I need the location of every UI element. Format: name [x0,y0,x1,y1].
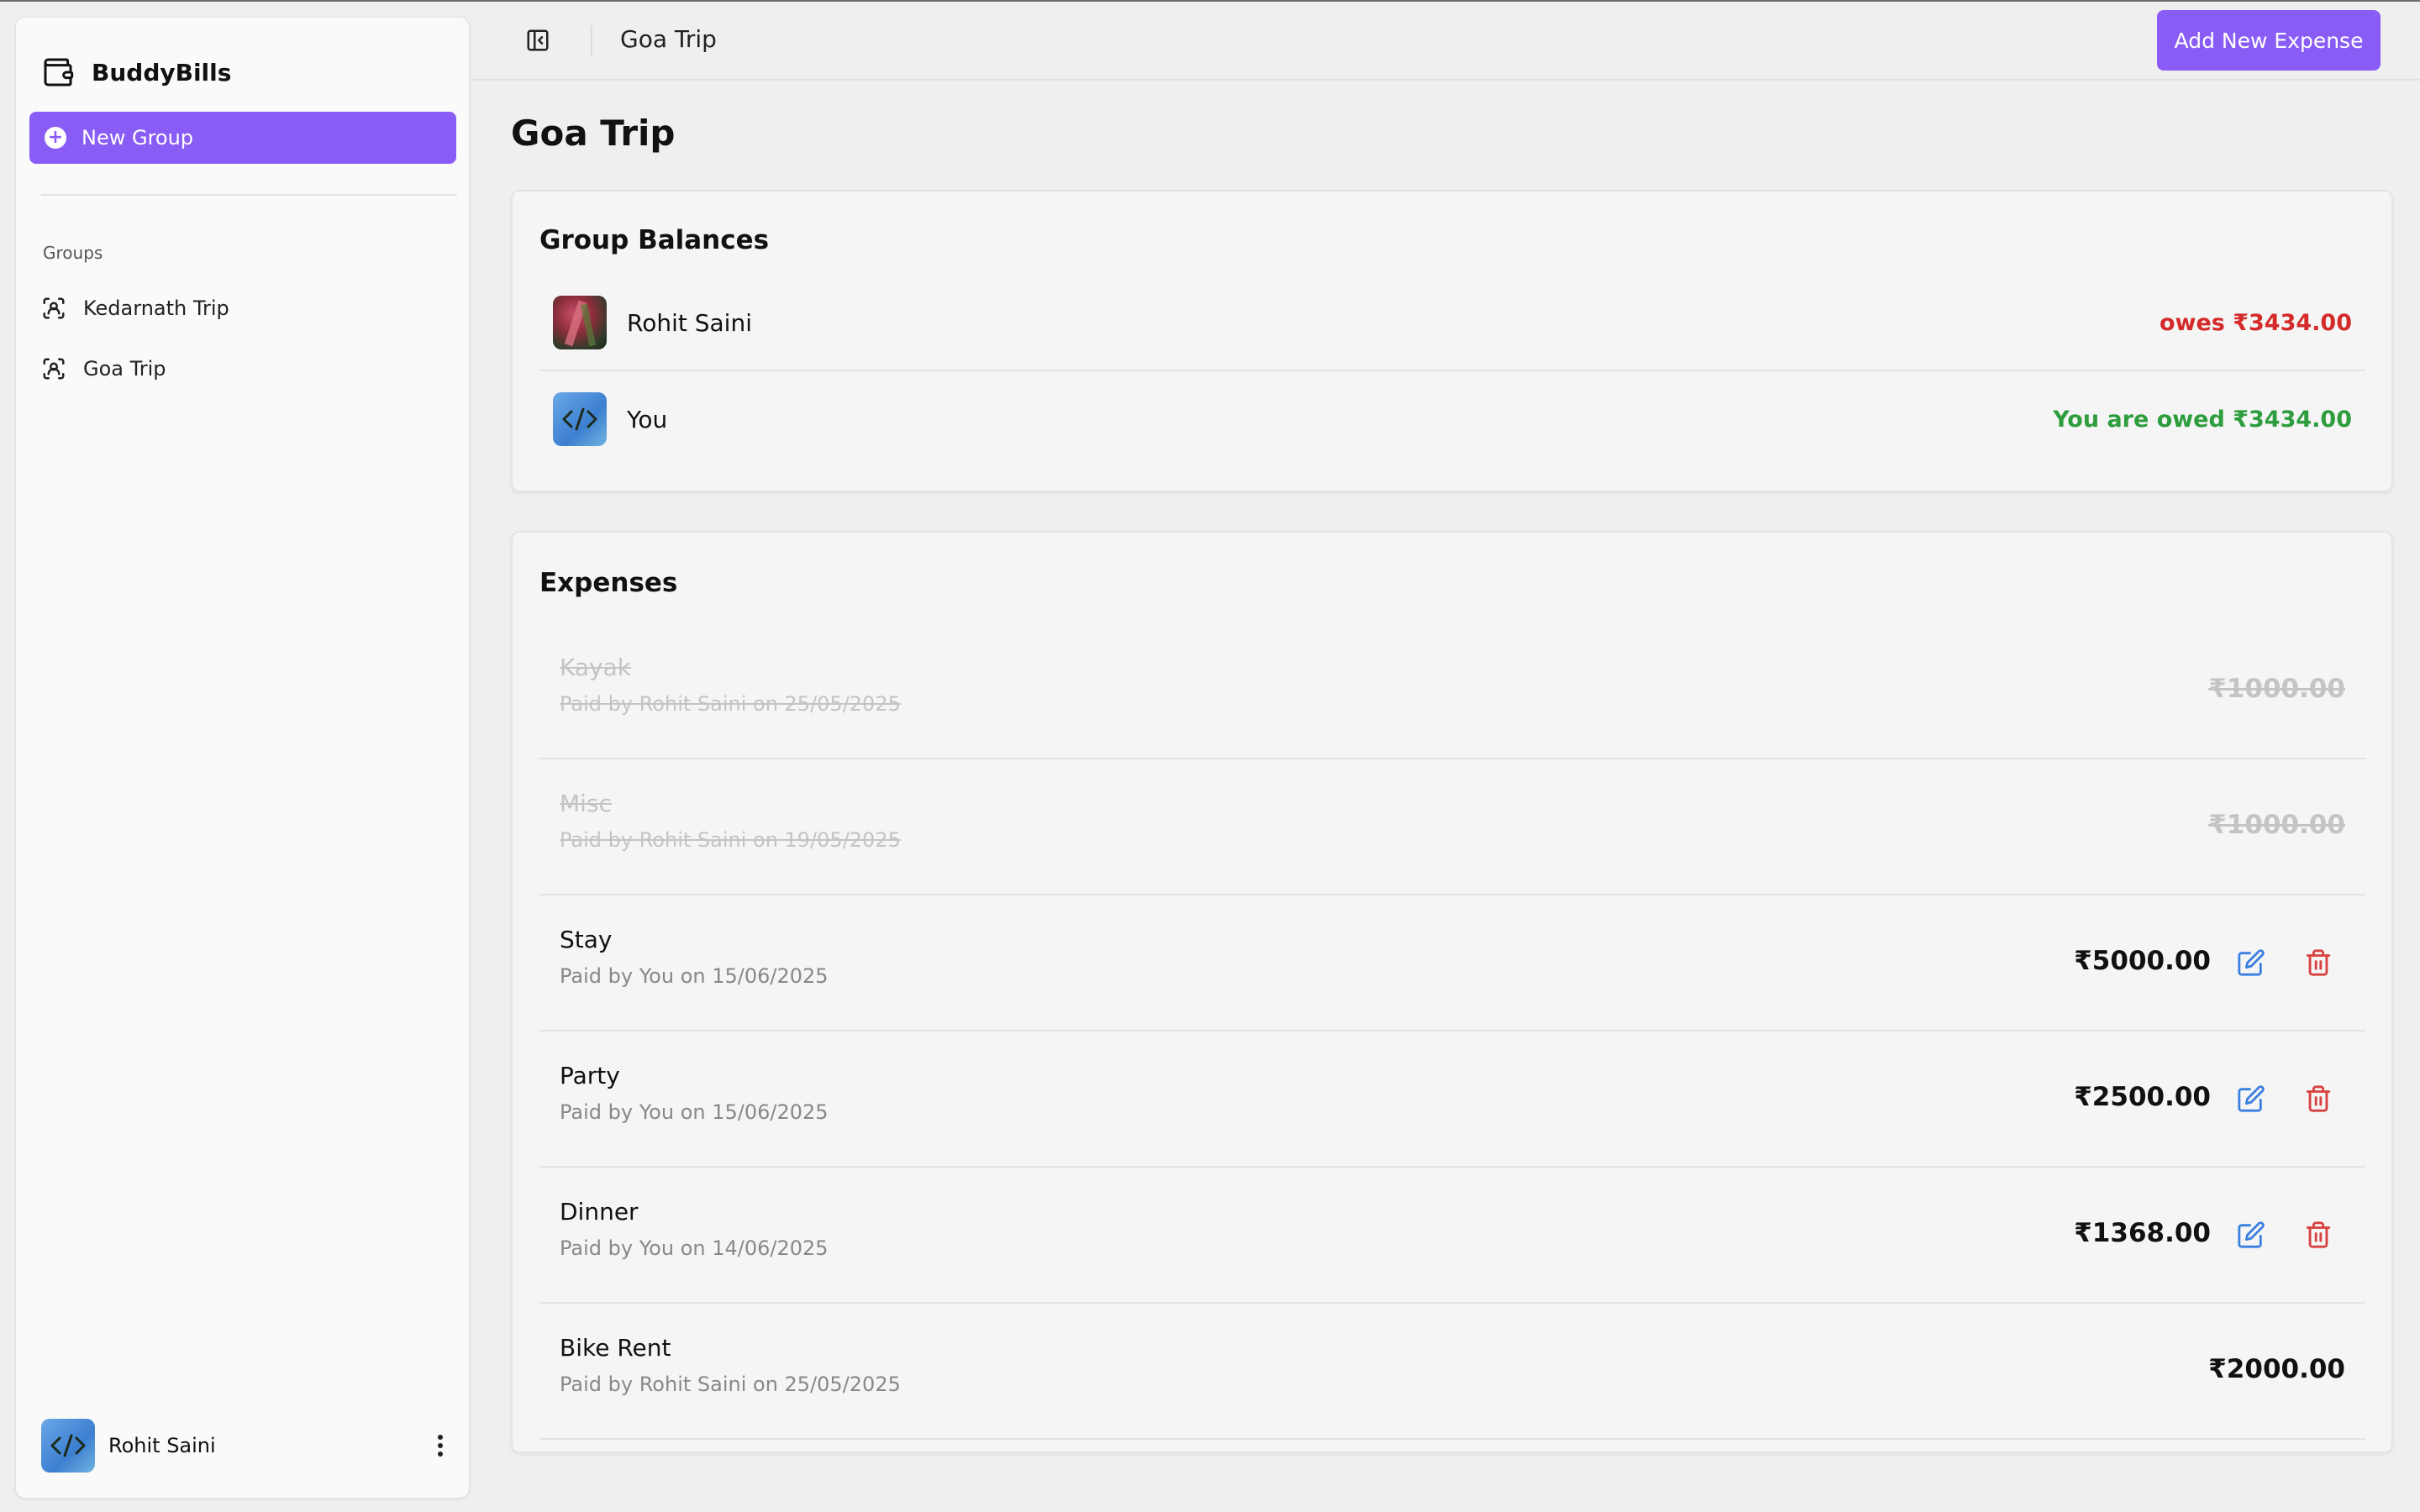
user-profile[interactable]: Rohit Saini [41,1419,457,1473]
expenses-card: Expenses Kayak Paid by Rohit Saini on 25… [511,531,2393,1453]
expense-row[interactable]: Bike Rent Paid by Rohit Saini on 25/05/2… [539,1304,2365,1440]
sidebar-divider [41,194,457,196]
balance-status: You are owed ₹3434.00 [2053,406,2352,433]
balance-row: Rohit Saini owes ₹3434.00 [539,276,2365,371]
plus-circle-icon: + [45,127,66,149]
edit-icon[interactable] [2234,1082,2268,1116]
expense-row[interactable]: Misc Paid by Rohit Saini on 19/05/2025 ₹… [539,759,2365,895]
expense-amount: ₹5000.00 [2074,946,2211,976]
app-name: BuddyBills [92,58,232,87]
scan-icon [41,296,66,321]
expense-amount: ₹1000.00 [2208,674,2345,704]
sidebar-item-label: Goa Trip [83,357,166,381]
expense-row[interactable]: Party Paid by You on 15/06/2025 ₹2500.00 [539,1032,2365,1168]
expense-meta: Paid by Rohit Saini on 25/05/2025 [560,1373,901,1396]
sidebar-item-label: Kedarnath Trip [83,297,229,320]
expense-name: Party [560,1062,620,1089]
expense-amount: ₹1368.00 [2074,1218,2211,1248]
avatar [553,296,607,349]
topbar-separator [591,25,592,55]
trash-icon[interactable] [2302,1082,2335,1116]
expense-name: Bike Rent [560,1334,671,1362]
sidebar-item-kedarnath-trip[interactable]: Kedarnath Trip [41,283,457,333]
topbar: Goa Trip Add New Expense [471,2,2420,81]
sidebar: BuddyBills + New Group Groups Kedarnath … [15,17,470,1499]
new-group-button[interactable]: + New Group [29,112,456,164]
user-name: Rohit Saini [108,1434,216,1457]
new-group-label: New Group [82,126,194,150]
avatar [41,1419,95,1473]
edit-icon[interactable] [2234,1218,2268,1252]
avatar [553,392,607,446]
expense-meta: Paid by Rohit Saini on 25/05/2025 [560,692,901,716]
expense-meta: Paid by Rohit Saini on 19/05/2025 [560,828,901,852]
balance-row: You You are owed ₹3434.00 [539,371,2365,467]
expense-amount: ₹2000.00 [2208,1354,2345,1384]
breadcrumb: Goa Trip [620,25,717,53]
brand[interactable]: BuddyBills [41,43,231,102]
expense-meta: Paid by You on 15/06/2025 [560,1100,829,1124]
expense-name: Dinner [560,1198,639,1226]
add-new-expense-button[interactable]: Add New Expense [2157,10,2381,71]
balances-title: Group Balances [539,225,770,255]
trash-icon[interactable] [2302,946,2335,979]
balance-name: You [627,405,668,433]
expense-amount: ₹1000.00 [2208,810,2345,840]
edit-icon[interactable] [2234,946,2268,979]
kebab-icon[interactable] [424,1429,457,1462]
expense-name: Kayak [560,654,631,681]
expense-name: Misc [560,790,612,817]
expense-amount: ₹2500.00 [2074,1082,2211,1112]
group-balances-card: Group Balances Rohit Saini owes ₹3434.00… [511,190,2393,492]
scan-icon [41,356,66,381]
expense-row[interactable]: Kayak Paid by Rohit Saini on 25/05/2025 … [539,623,2365,759]
wallet-icon [41,55,75,89]
expense-meta: Paid by You on 15/06/2025 [560,964,829,988]
expense-name: Stay [560,926,613,953]
balance-status: owes ₹3434.00 [2159,309,2352,336]
page-title: Goa Trip [511,113,676,154]
expense-meta: Paid by You on 14/06/2025 [560,1236,829,1260]
expense-row[interactable]: Stay Paid by You on 15/06/2025 ₹5000.00 [539,895,2365,1032]
expenses-title: Expenses [539,568,678,598]
expense-row[interactable]: Dinner Paid by You on 14/06/2025 ₹1368.0… [539,1168,2365,1304]
balance-name: Rohit Saini [627,308,752,337]
groups-heading: Groups [43,243,103,263]
panel-left-icon[interactable] [521,24,555,57]
trash-icon[interactable] [2302,1218,2335,1252]
sidebar-item-goa-trip[interactable]: Goa Trip [41,344,457,394]
